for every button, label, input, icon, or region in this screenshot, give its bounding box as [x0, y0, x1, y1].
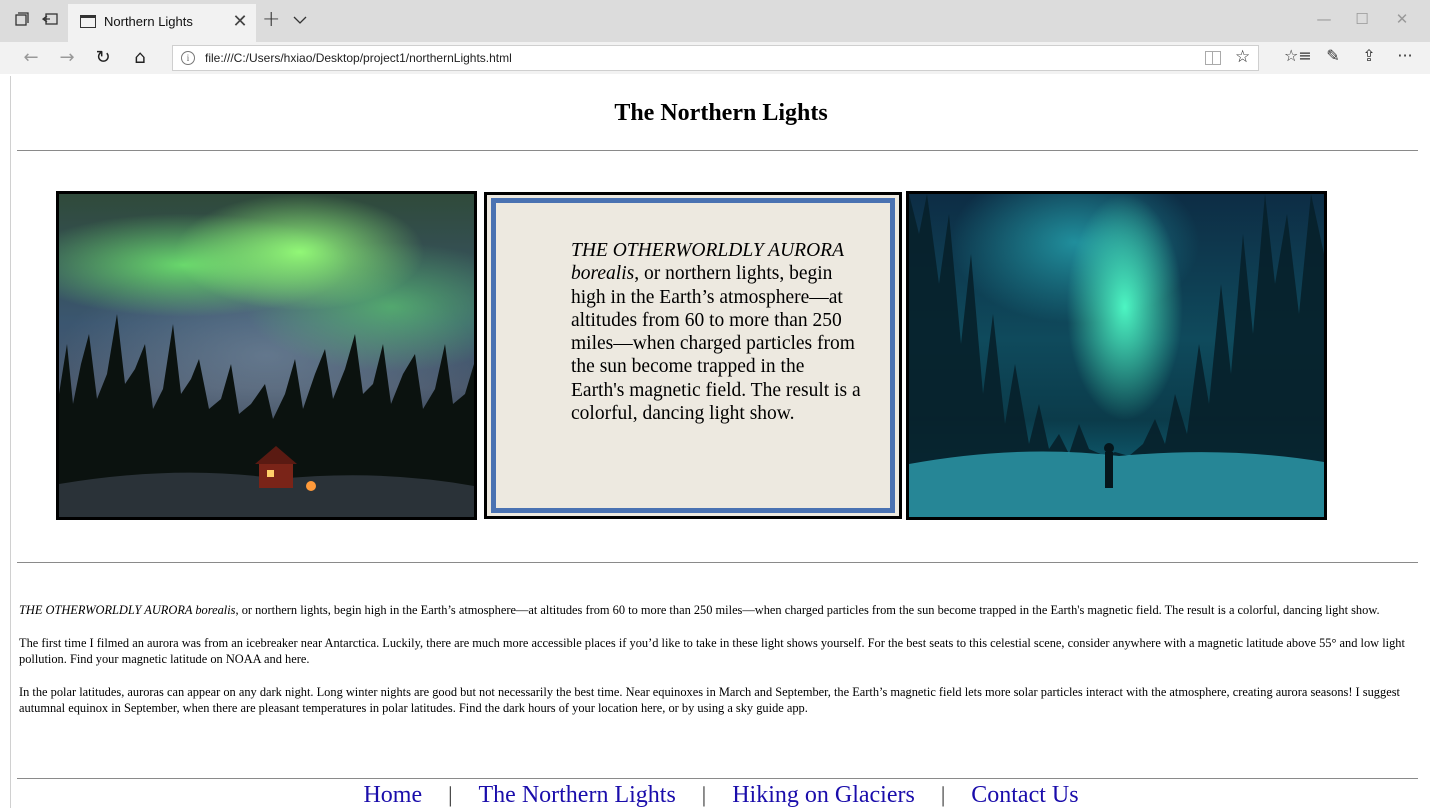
address-toolbar: ← → ↻ ⌂ i file:///C:/Users/hxiao/Desktop…	[0, 42, 1430, 74]
page-viewport: The Northern Lights THE OTHERWORLDLY AUR…	[10, 76, 1430, 808]
more-icon[interactable]: ···	[1392, 46, 1418, 65]
maximize-icon[interactable]: ☐	[1342, 10, 1382, 28]
notes-pen-icon[interactable]: ✎	[1320, 46, 1346, 65]
aurora-forest-photo	[906, 191, 1327, 520]
page-title: The Northern Lights	[614, 100, 828, 126]
favorite-star-icon[interactable]: ☆	[1235, 47, 1250, 67]
paragraph-lead-italic: THE OTHERWORLDLY AURORA borealis	[19, 603, 236, 617]
tab-close-icon[interactable]: ✕	[230, 11, 250, 32]
tab-title: Northern Lights	[104, 14, 193, 29]
paragraph-icebreaker: The first time I filmed an aurora was fr…	[19, 635, 1405, 667]
paragraph-polar: In the polar latitudes, auroras can appe…	[19, 684, 1400, 716]
set-aside-tabs-icon[interactable]	[40, 12, 60, 30]
panel-text: THE OTHERWORLDLY AURORA borealis, or nor…	[571, 239, 861, 425]
paragraph-intro: THE OTHERWORLDLY AURORA borealis, or nor…	[19, 602, 1419, 619]
divider	[17, 778, 1418, 779]
info-icon[interactable]: i	[181, 51, 195, 65]
tab-actions-icon[interactable]	[12, 12, 32, 30]
panel-rest: , or northern lights, begin high in the …	[571, 263, 861, 425]
article-body: THE OTHERWORLDLY AURORA borealis, or nor…	[19, 602, 1419, 733]
favorites-hub-icon[interactable]: ☆≡	[1284, 46, 1312, 65]
aurora-cabin-photo	[56, 191, 477, 520]
close-window-icon[interactable]: ✕	[1382, 10, 1422, 28]
forward-icon[interactable]: →	[54, 45, 80, 71]
page-icon	[80, 15, 96, 28]
paragraph-intro-rest: , or northern lights, begin high in the …	[235, 603, 1380, 617]
tab-bar: Northern Lights ✕ + — ☐ ✕	[0, 0, 1430, 42]
back-icon[interactable]: ←	[18, 45, 44, 71]
divider	[17, 562, 1418, 563]
divider	[17, 150, 1418, 151]
nav-link-contact[interactable]: Contact Us	[971, 782, 1078, 808]
nav-separator: |	[701, 782, 707, 807]
nav-separator: |	[448, 782, 453, 807]
panel-border: THE OTHERWORLDLY AURORA borealis, or nor…	[491, 198, 895, 513]
browser-tab-active[interactable]: Northern Lights ✕	[68, 4, 256, 42]
minimize-icon[interactable]: —	[1304, 10, 1344, 28]
reading-view-icon[interactable]	[1205, 51, 1221, 65]
home-icon[interactable]: ⌂	[127, 45, 153, 71]
share-icon[interactable]: ⇪	[1356, 46, 1382, 65]
address-bar[interactable]: i file:///C:/Users/hxiao/Desktop/project…	[172, 45, 1259, 71]
new-tab-icon[interactable]: +	[262, 7, 280, 32]
intro-text-panel: THE OTHERWORLDLY AURORA borealis, or nor…	[484, 192, 902, 519]
nav-link-home[interactable]: Home	[363, 782, 422, 808]
refresh-icon[interactable]: ↻	[90, 45, 116, 71]
url-text[interactable]: file:///C:/Users/hxiao/Desktop/project1/…	[205, 51, 512, 65]
nav-separator: |	[940, 782, 946, 807]
footer-nav: Home | The Northern Lights | Hiking on Glaci…	[11, 782, 1430, 808]
nav-link-northern-lights[interactable]: The Northern Lights	[479, 782, 676, 808]
nav-link-hiking-glaciers[interactable]: Hiking on Glaciers	[732, 782, 915, 808]
chevron-down-icon[interactable]	[292, 12, 308, 26]
